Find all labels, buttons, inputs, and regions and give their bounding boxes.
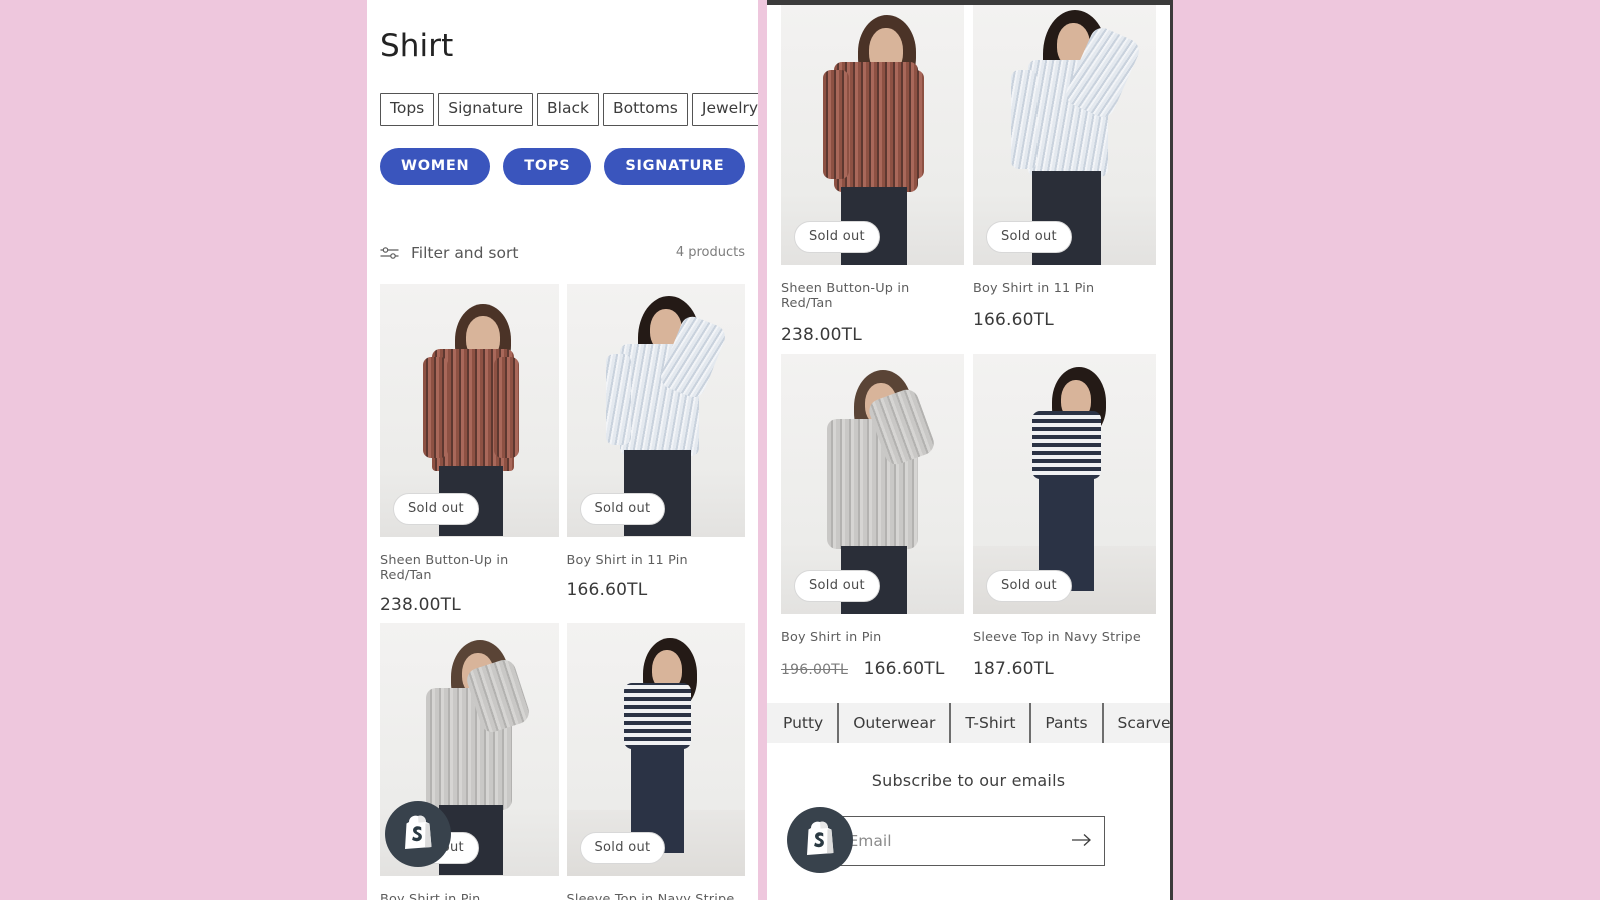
tab-outerwear[interactable]: Outerwear (839, 703, 952, 743)
shopify-bag-icon (400, 813, 436, 855)
product-image[interactable]: Sold out (781, 354, 964, 614)
product-card[interactable]: Sold out Boy Shirt in 11 Pin 166.60TL (566, 283, 746, 615)
sold-out-badge: Sold out (794, 221, 880, 253)
category-tab-strip[interactable]: Putty Outerwear T-Shirt Pants Scarves (767, 703, 1170, 743)
filter-sort-bar[interactable]: Filter and sort 4 products (367, 244, 758, 262)
collection-pill-signature[interactable]: SIGNATURE (604, 147, 746, 185)
tab-putty[interactable]: Putty (767, 703, 840, 743)
sold-out-badge: Sold out (986, 221, 1072, 253)
product-image[interactable]: Sold out (566, 622, 745, 876)
category-chip-row[interactable]: Tops Signature Black Bottoms Jewelry (367, 93, 758, 126)
sold-out-badge: Sold out (794, 570, 880, 602)
product-image[interactable]: Sold out (781, 5, 964, 265)
sold-out-badge: Sold out (986, 570, 1072, 602)
product-card[interactable]: Sold out Sheen Button-Up in Red/Tan 238.… (781, 5, 964, 345)
product-image[interactable]: Sold out (973, 5, 1156, 265)
price-current: 166.60TL (566, 579, 648, 600)
price-current: 166.60TL (863, 659, 945, 679)
product-title[interactable]: Boy Shirt in 11 Pin (567, 553, 746, 568)
email-input[interactable] (833, 832, 1104, 850)
product-image[interactable]: Sold out (566, 283, 745, 537)
price-compare-at: 196.00TL (781, 662, 848, 678)
collection-pill-women[interactable]: WOMEN (380, 147, 491, 185)
tab-pants[interactable]: Pants (1031, 703, 1104, 743)
product-price: 187.60TL (973, 659, 1156, 679)
product-title[interactable]: Sleeve Top in Navy Stripe (567, 892, 746, 900)
product-card[interactable]: Sold out Sleeve Top in Navy Stripe 187.6… (973, 354, 1156, 679)
page-title: Shirt (380, 28, 454, 64)
shopify-logo-badge[interactable] (787, 807, 853, 873)
category-chip-jewelry[interactable]: Jewelry (691, 93, 758, 126)
category-chip-tops[interactable]: Tops (380, 93, 435, 126)
tab-scarves[interactable]: Scarves (1104, 703, 1170, 743)
product-card[interactable]: Sold out Sleeve Top in Navy Stripe 187.6… (566, 622, 746, 900)
product-card[interactable]: Sold out Boy Shirt in Pin 196.00TL 166.6… (781, 354, 964, 679)
price-current: 187.60TL (973, 659, 1054, 679)
sold-out-badge: Sold out (579, 492, 666, 525)
product-count: 4 products (675, 245, 745, 260)
product-image[interactable]: Sold out (973, 354, 1156, 614)
product-title[interactable]: Boy Shirt in Pin (380, 892, 559, 900)
sold-out-badge: Sold out (579, 831, 666, 864)
foreground-store-page[interactable]: Sold out Sheen Button-Up in Red/Tan 238.… (767, 0, 1173, 900)
arrow-right-icon (1070, 833, 1094, 850)
product-price: 196.00TL 166.60TL (781, 659, 964, 679)
collection-pill-row[interactable]: WOMEN TOPS SIGNATURE BOTTOMS (367, 147, 758, 185)
product-image[interactable]: Sold out (380, 283, 559, 537)
price-current: 238.00TL (781, 325, 862, 345)
product-grid[interactable]: Sold out Sheen Button-Up in Red/Tan 238.… (767, 5, 1170, 679)
product-title[interactable]: Sleeve Top in Navy Stripe (973, 630, 1156, 645)
product-card[interactable]: Sold out Boy Shirt in 11 Pin 166.60TL (973, 5, 1156, 345)
category-chip-signature[interactable]: Signature (438, 93, 534, 126)
product-title[interactable]: Sheen Button-Up in Red/Tan (781, 281, 964, 311)
collection-pill-tops[interactable]: TOPS (503, 147, 592, 185)
product-title[interactable]: Boy Shirt in 11 Pin (973, 281, 1156, 296)
shopify-bag-icon (802, 819, 838, 861)
product-price: 166.60TL (973, 310, 1156, 330)
subscribe-submit-button[interactable] (1070, 831, 1094, 851)
sold-out-badge: Sold out (393, 492, 479, 525)
screen: Shirt Tops Signature Black Bottoms Jewel… (0, 0, 1600, 900)
price-current: 238.00TL (380, 594, 461, 615)
product-title[interactable]: Sheen Button-Up in Red/Tan (380, 553, 559, 583)
product-card[interactable]: Sold out Sheen Button-Up in Red/Tan 238.… (380, 283, 559, 615)
background-store-page[interactable]: Shirt Tops Signature Black Bottoms Jewel… (367, 0, 758, 900)
category-chip-bottoms[interactable]: Bottoms (602, 93, 688, 126)
email-field-wrapper[interactable] (832, 816, 1105, 866)
product-price: 238.00TL (781, 325, 964, 345)
product-price: 238.00TL (380, 595, 559, 615)
tab-t-shirt[interactable]: T-Shirt (951, 703, 1032, 743)
product-title[interactable]: Boy Shirt in Pin (781, 630, 964, 645)
filter-and-sort-label: Filter and sort (411, 243, 519, 262)
filter-and-sort-button[interactable]: Filter and sort (380, 244, 518, 262)
price-current: 166.60TL (973, 310, 1054, 330)
sliders-icon (380, 246, 399, 260)
product-price: 166.60TL (567, 580, 746, 600)
category-chip-black[interactable]: Black (537, 93, 599, 126)
newsletter-title: Subscribe to our emails (871, 771, 1066, 790)
shopify-logo-badge[interactable] (385, 801, 451, 867)
